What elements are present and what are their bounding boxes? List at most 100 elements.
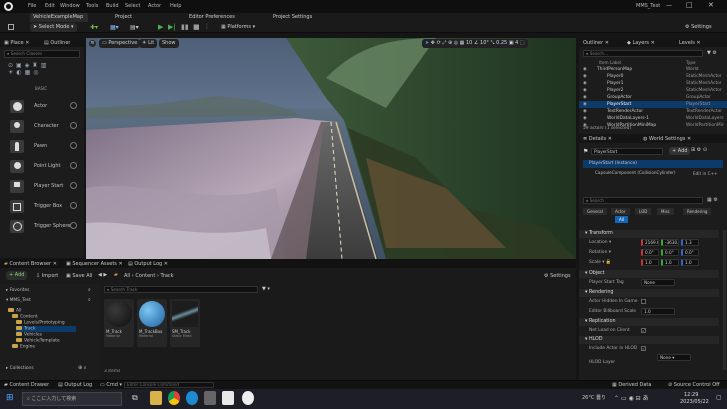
rotation-x[interactable]: 0.0°: [641, 249, 659, 256]
favorites-header[interactable]: ▸ Favorites: [6, 288, 29, 293]
scale-z[interactable]: 1.0: [681, 259, 699, 266]
breadcrumb-all[interactable]: All: [124, 273, 130, 279]
import-button[interactable]: ⇩ Import: [36, 273, 58, 279]
tab-outliner[interactable]: Outliner ✕: [583, 40, 609, 46]
tab-levels[interactable]: Levels ✕: [679, 40, 701, 46]
stop-icon[interactable]: ■: [193, 23, 200, 31]
menu-help[interactable]: Help: [170, 3, 181, 9]
net-load-checkbox[interactable]: ✓: [641, 328, 646, 333]
add-actor-icon[interactable]: ✚▾: [90, 24, 98, 31]
place-item-player-start[interactable]: Player Start: [2, 178, 82, 195]
location-y[interactable]: -3630.0: [661, 239, 679, 246]
play-icon[interactable]: ▶: [158, 23, 163, 31]
location-z[interactable]: 1.3: [681, 239, 699, 246]
show-button[interactable]: Show: [159, 39, 179, 48]
filter-misc[interactable]: Misc: [657, 208, 674, 215]
asset-m-trackbox[interactable]: M_TrackBox Material: [137, 299, 167, 347]
outliner-row[interactable]: ◉ GroupActor GroupActor: [579, 94, 727, 101]
info-icon[interactable]: [70, 142, 77, 149]
tree-all[interactable]: All: [8, 308, 21, 314]
location-x[interactable]: 2169.0: [641, 239, 659, 246]
tab-project-settings[interactable]: Project Settings: [270, 13, 315, 22]
output-log-button[interactable]: ▤ Output Log: [58, 382, 92, 388]
view-options-icon[interactable]: ▦ ⚙: [707, 197, 718, 203]
clock-date[interactable]: 2023/05/22: [680, 399, 709, 405]
tab-editor-preferences[interactable]: Editor Preferences: [186, 13, 238, 22]
place-item-actor[interactable]: Actor: [2, 98, 82, 115]
outliner-row[interactable]: ◉ ThirdPersonMap World: [579, 66, 727, 73]
outliner-search-input[interactable]: ⌕ Search...: [583, 50, 703, 57]
section-rendering[interactable]: ▾ Rendering: [579, 289, 719, 297]
tree-content[interactable]: Content: [12, 314, 37, 320]
project-header[interactable]: ▾ MMS_Test: [6, 298, 31, 303]
visibility-icon[interactable]: ◉: [583, 94, 587, 101]
visibility-icon[interactable]: ◉: [583, 66, 587, 73]
details-search-input[interactable]: ⌕ Search: [583, 197, 703, 204]
windows-start-icon[interactable]: ⊞: [6, 394, 14, 403]
actor-hidden-checkbox[interactable]: [641, 299, 646, 304]
clock-time[interactable]: 12:29: [684, 392, 698, 398]
notification-icon[interactable]: ▢: [716, 394, 722, 401]
store-icon[interactable]: [204, 391, 216, 405]
col-type-header[interactable]: Type: [686, 60, 696, 65]
outliner-row[interactable]: ◉ PlayerStart PlayerStart: [579, 101, 727, 108]
rotation-snap-value[interactable]: 10°: [480, 40, 489, 46]
tree-engine[interactable]: Engine: [12, 344, 35, 350]
menu-actor[interactable]: Actor: [148, 3, 161, 9]
rotation-z[interactable]: 0.0°: [681, 249, 699, 256]
filter-actor[interactable]: Actor: [611, 208, 630, 215]
content-drawer-button[interactable]: ▰ Content Drawer: [4, 382, 49, 388]
visibility-icon[interactable]: ◉: [583, 73, 587, 80]
section-hlod[interactable]: ▾ HLOD: [579, 336, 719, 344]
settings-button[interactable]: ⚙ Settings: [544, 273, 571, 279]
visibility-icon[interactable]: ◉: [583, 108, 587, 115]
scrollbar[interactable]: [723, 230, 726, 370]
pause-icon[interactable]: ▮▮: [181, 23, 189, 31]
maximize-icon[interactable]: □: [686, 1, 693, 9]
app-icon[interactable]: [222, 391, 234, 405]
rotation-y[interactable]: 0.0°: [661, 249, 679, 256]
scale-x[interactable]: 1.0: [641, 259, 659, 266]
filter-all[interactable]: All: [615, 216, 628, 223]
tab-project[interactable]: Project: [112, 13, 135, 22]
outliner-row[interactable]: ◉ Player1 StaticMeshActor: [579, 80, 727, 87]
tab-output-log[interactable]: ▤ Output Log ✕: [128, 261, 168, 267]
cmd-dropdown[interactable]: ▭ Cmd ▾: [100, 382, 122, 388]
console-input[interactable]: Enter Console Command: [124, 382, 214, 388]
chrome-icon[interactable]: [168, 391, 180, 405]
component-root[interactable]: PlayerStart (Instance): [583, 160, 723, 168]
lit-button[interactable]: ☀ Lit: [139, 39, 158, 48]
tab-content-browser[interactable]: ▰ Content Browser ✕: [4, 261, 57, 267]
section-replication[interactable]: ▾ Replication: [579, 318, 719, 326]
asset-sm-track[interactable]: SM_Track Static Mesh: [170, 299, 200, 347]
minimize-icon[interactable]: —: [666, 2, 672, 9]
tab-details[interactable]: ≣ Details ✕: [583, 136, 612, 142]
place-item-point-light[interactable]: Point Light: [2, 158, 82, 175]
component-child[interactable]: CapsuleComponent (CollisionCylinder): [583, 169, 691, 177]
system-tray-icons[interactable]: ⌃ ▭ ◉ ⊟ あ: [614, 393, 649, 402]
actor-name-field[interactable]: PlayerStart: [591, 148, 663, 155]
tab-level[interactable]: VehicleExampleMap ✕: [30, 13, 88, 29]
tab-place[interactable]: ▣ Place ✕: [4, 40, 29, 46]
menu-build[interactable]: Build: [106, 3, 119, 9]
menu-window[interactable]: Window: [60, 3, 80, 9]
add-button[interactable]: + Add: [6, 271, 28, 280]
filter-lod[interactable]: LOD: [635, 208, 652, 215]
info-icon[interactable]: [70, 222, 77, 229]
menu-file[interactable]: File: [28, 3, 36, 9]
visibility-icon[interactable]: ◉: [583, 115, 587, 122]
save-icon[interactable]: [8, 24, 14, 30]
category-icons[interactable]: ⊙▣◈♜▥ ☀◐▦◎: [8, 62, 78, 76]
visibility-icon[interactable]: ◉: [583, 87, 587, 94]
edge-icon[interactable]: [186, 391, 198, 405]
tree-vehicles[interactable]: Vehicles: [16, 332, 42, 338]
lock-icon[interactable]: 🔒: [606, 260, 611, 265]
play-options-icon[interactable]: ⋮: [204, 23, 210, 30]
menu-edit[interactable]: Edit: [45, 3, 55, 9]
breadcrumb-track[interactable]: Track: [160, 273, 173, 279]
tab-outliner-left[interactable]: ▤ Outliner: [44, 40, 70, 46]
search-icon[interactable]: ⌕: [88, 287, 91, 293]
cinematics-icon[interactable]: ▤▾: [130, 24, 139, 31]
blueprint-icon[interactable]: ⊞ ⚙ ⊙: [691, 147, 707, 153]
content-search-input[interactable]: ⌕ Search Track: [104, 286, 258, 293]
